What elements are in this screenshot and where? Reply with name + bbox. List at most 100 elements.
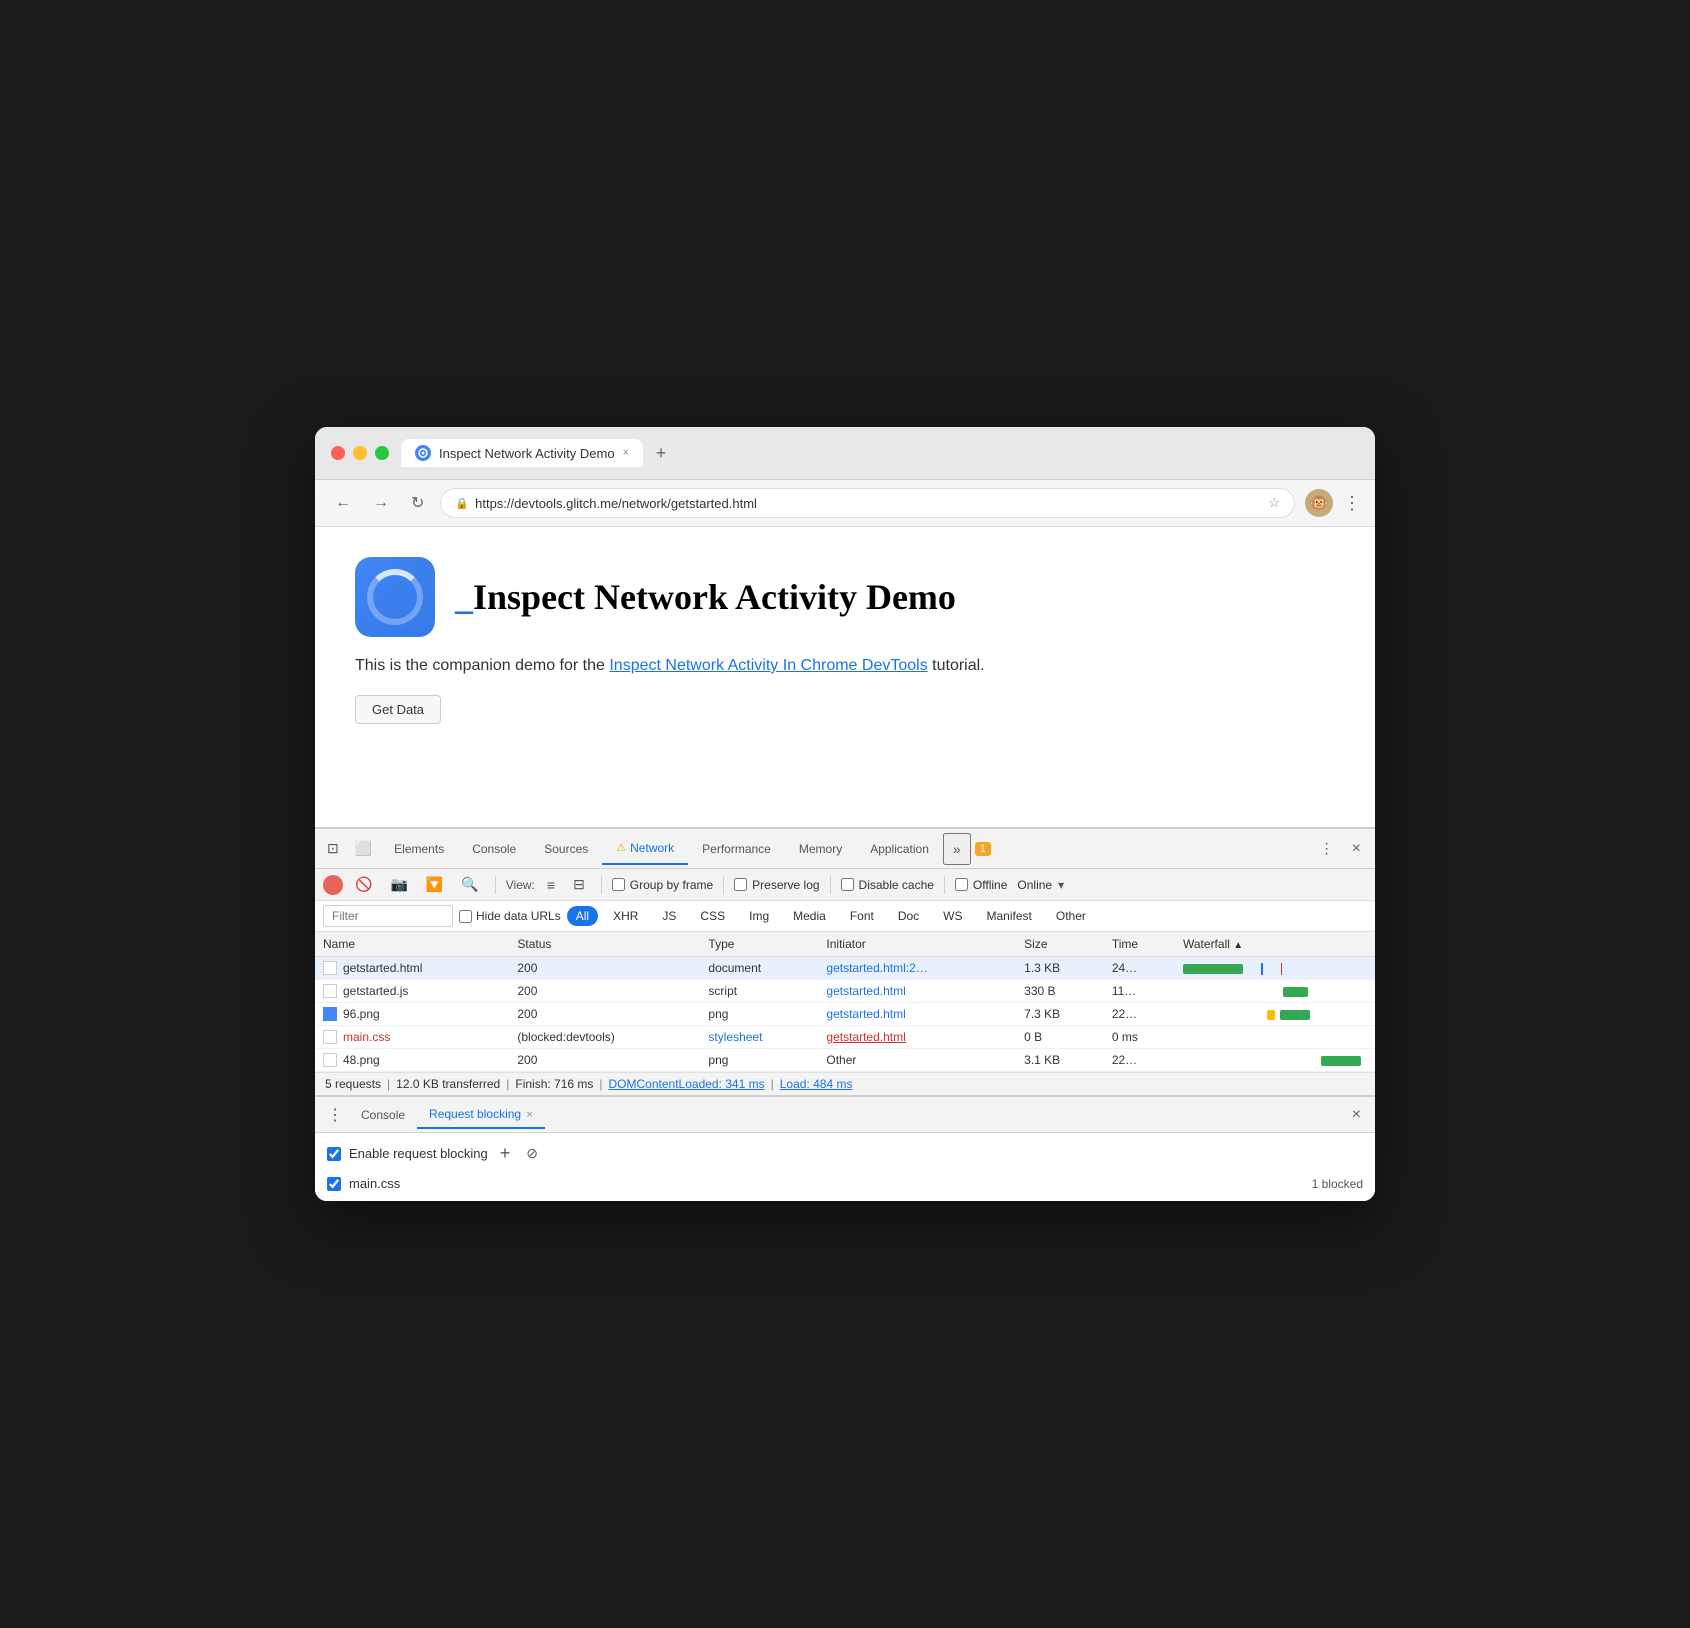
record-button[interactable] bbox=[323, 875, 343, 895]
sep1: | bbox=[387, 1077, 390, 1091]
browser-menu-button[interactable]: ⋮ bbox=[1343, 493, 1361, 514]
more-tabs-button[interactable]: » bbox=[943, 833, 971, 865]
close-window-button[interactable] bbox=[331, 446, 345, 460]
tab-title: Inspect Network Activity Demo bbox=[439, 446, 615, 461]
user-avatar[interactable]: 🐵 bbox=[1305, 489, 1333, 517]
block-all-button[interactable]: ⊘ bbox=[522, 1143, 542, 1164]
filter-font-button[interactable]: Font bbox=[841, 906, 883, 926]
get-data-button[interactable]: Get Data bbox=[355, 695, 441, 724]
bookmark-icon[interactable]: ☆ bbox=[1268, 495, 1280, 511]
col-name[interactable]: Name bbox=[315, 932, 509, 957]
waterfall-view-button[interactable]: ⊟ bbox=[567, 873, 591, 896]
group-by-frame-label[interactable]: Group by frame bbox=[612, 878, 713, 892]
disable-cache-label[interactable]: Disable cache bbox=[841, 878, 934, 892]
hide-data-urls-checkbox[interactable] bbox=[459, 910, 472, 923]
bottom-panel-close-button[interactable]: × bbox=[1344, 1102, 1369, 1128]
col-waterfall[interactable]: Waterfall ▲ bbox=[1175, 932, 1375, 957]
tab-memory[interactable]: Memory bbox=[785, 834, 856, 864]
cell-type: stylesheet bbox=[700, 1026, 818, 1049]
camera-button[interactable]: 📷 bbox=[384, 873, 413, 896]
bottom-menu-button[interactable]: ⋮ bbox=[321, 1101, 349, 1129]
sep3: | bbox=[599, 1077, 602, 1091]
table-row[interactable]: getstarted.js 200 script getstarted.html… bbox=[315, 980, 1375, 1003]
devtools-settings-button[interactable]: ⋮ bbox=[1312, 834, 1342, 863]
col-type[interactable]: Type bbox=[700, 932, 818, 957]
minimize-window-button[interactable] bbox=[353, 446, 367, 460]
back-button[interactable]: ← bbox=[329, 492, 357, 514]
initiator-link[interactable]: getstarted.html bbox=[826, 984, 905, 998]
col-size[interactable]: Size bbox=[1016, 932, 1104, 957]
devtools-close-button[interactable]: × bbox=[1342, 834, 1371, 864]
reload-button[interactable]: ↻ bbox=[405, 491, 430, 515]
tab-elements[interactable]: Elements bbox=[380, 834, 458, 864]
waterfall-bar bbox=[1321, 1056, 1361, 1066]
table-row[interactable]: getstarted.html 200 document getstarted.… bbox=[315, 957, 1375, 980]
filter-ws-button[interactable]: WS bbox=[934, 906, 971, 926]
enable-blocking-row: Enable request blocking + ⊘ bbox=[327, 1143, 1363, 1164]
network-toolbar: 🚫 📷 🔽 🔍 View: ≡ ⊟ Group by frame Preserv… bbox=[315, 869, 1375, 901]
tab-application[interactable]: Application bbox=[856, 834, 943, 864]
tab-network[interactable]: ⚠ Network bbox=[602, 833, 688, 865]
sep4: | bbox=[771, 1077, 774, 1091]
tab-sources[interactable]: Sources bbox=[530, 834, 602, 864]
table-header-row: Name Status Type Initiator Size Time Wat… bbox=[315, 932, 1375, 957]
filter-css-button[interactable]: CSS bbox=[691, 906, 734, 926]
search-button[interactable]: 🔍 bbox=[455, 873, 484, 896]
cell-time: 24… bbox=[1104, 957, 1175, 980]
clear-button[interactable]: 🚫 bbox=[349, 873, 378, 896]
table-row[interactable]: main.css (blocked:devtools) stylesheet g… bbox=[315, 1026, 1375, 1049]
col-status[interactable]: Status bbox=[509, 932, 700, 957]
group-by-frame-checkbox[interactable] bbox=[612, 878, 625, 891]
load-link[interactable]: Load: 484 ms bbox=[780, 1077, 853, 1091]
col-time[interactable]: Time bbox=[1104, 932, 1175, 957]
device-toggle-button[interactable]: ⬜ bbox=[347, 834, 380, 863]
hide-data-urls-label[interactable]: Hide data URLs bbox=[459, 909, 561, 923]
add-rule-button[interactable]: + bbox=[496, 1143, 515, 1164]
col-initiator[interactable]: Initiator bbox=[818, 932, 1016, 957]
cell-time: 22… bbox=[1104, 1049, 1175, 1072]
url-box[interactable]: 🔒 https://devtools.glitch.me/network/get… bbox=[440, 488, 1295, 518]
filter-js-button[interactable]: JS bbox=[653, 906, 685, 926]
new-tab-button[interactable]: + bbox=[647, 439, 675, 467]
filter-input[interactable] bbox=[323, 905, 453, 927]
offline-label[interactable]: Offline bbox=[955, 878, 1007, 892]
tab-close-button[interactable]: × bbox=[623, 447, 629, 459]
filter-xhr-button[interactable]: XHR bbox=[604, 906, 647, 926]
preserve-log-label[interactable]: Preserve log bbox=[734, 878, 819, 892]
tab-console[interactable]: Console bbox=[458, 834, 530, 864]
forward-button[interactable]: → bbox=[367, 492, 395, 514]
initiator-link[interactable]: getstarted.html bbox=[826, 1030, 905, 1044]
cursor-char: _ bbox=[455, 577, 473, 617]
enable-blocking-checkbox[interactable] bbox=[327, 1147, 341, 1161]
initiator-link[interactable]: getstarted.html:2… bbox=[826, 961, 927, 975]
filter-doc-button[interactable]: Doc bbox=[889, 906, 928, 926]
offline-checkbox[interactable] bbox=[955, 878, 968, 891]
tab-performance[interactable]: Performance bbox=[688, 834, 785, 864]
filter-button[interactable]: 🔽 bbox=[420, 873, 449, 896]
dom-content-loaded-link[interactable]: DOMContentLoaded: 341 ms bbox=[609, 1077, 765, 1091]
filter-media-button[interactable]: Media bbox=[784, 906, 835, 926]
devtools-link[interactable]: Inspect Network Activity In Chrome DevTo… bbox=[609, 657, 927, 674]
list-view-button[interactable]: ≡ bbox=[541, 874, 561, 896]
preserve-log-checkbox[interactable] bbox=[734, 878, 747, 891]
blocked-item-checkbox[interactable] bbox=[327, 1177, 341, 1191]
status-transferred: 12.0 KB transferred bbox=[396, 1077, 500, 1091]
type-link[interactable]: stylesheet bbox=[708, 1030, 762, 1044]
table-row[interactable]: 96.png 200 png getstarted.html 7.3 KB 22… bbox=[315, 1003, 1375, 1026]
disable-cache-checkbox[interactable] bbox=[841, 878, 854, 891]
network-warning-icon: ⚠ bbox=[616, 841, 626, 854]
filter-other-button[interactable]: Other bbox=[1047, 906, 1095, 926]
tab-console-bottom[interactable]: Console bbox=[349, 1102, 417, 1128]
inspect-element-button[interactable]: ⊡ bbox=[319, 834, 347, 863]
request-blocking-close-button[interactable]: × bbox=[526, 1109, 532, 1121]
bottom-panel: ⋮ Console Request blocking × × Enable re… bbox=[315, 1095, 1375, 1201]
tab-request-blocking[interactable]: Request blocking × bbox=[417, 1101, 545, 1129]
filter-img-button[interactable]: Img bbox=[740, 906, 778, 926]
filter-all-button[interactable]: All bbox=[567, 906, 598, 926]
filter-manifest-button[interactable]: Manifest bbox=[978, 906, 1041, 926]
active-tab[interactable]: Inspect Network Activity Demo × bbox=[401, 439, 643, 467]
maximize-window-button[interactable] bbox=[375, 446, 389, 460]
initiator-link[interactable]: getstarted.html bbox=[826, 1007, 905, 1021]
table-row[interactable]: 48.png 200 png Other 3.1 KB 22… bbox=[315, 1049, 1375, 1072]
status-requests: 5 requests bbox=[325, 1077, 381, 1091]
